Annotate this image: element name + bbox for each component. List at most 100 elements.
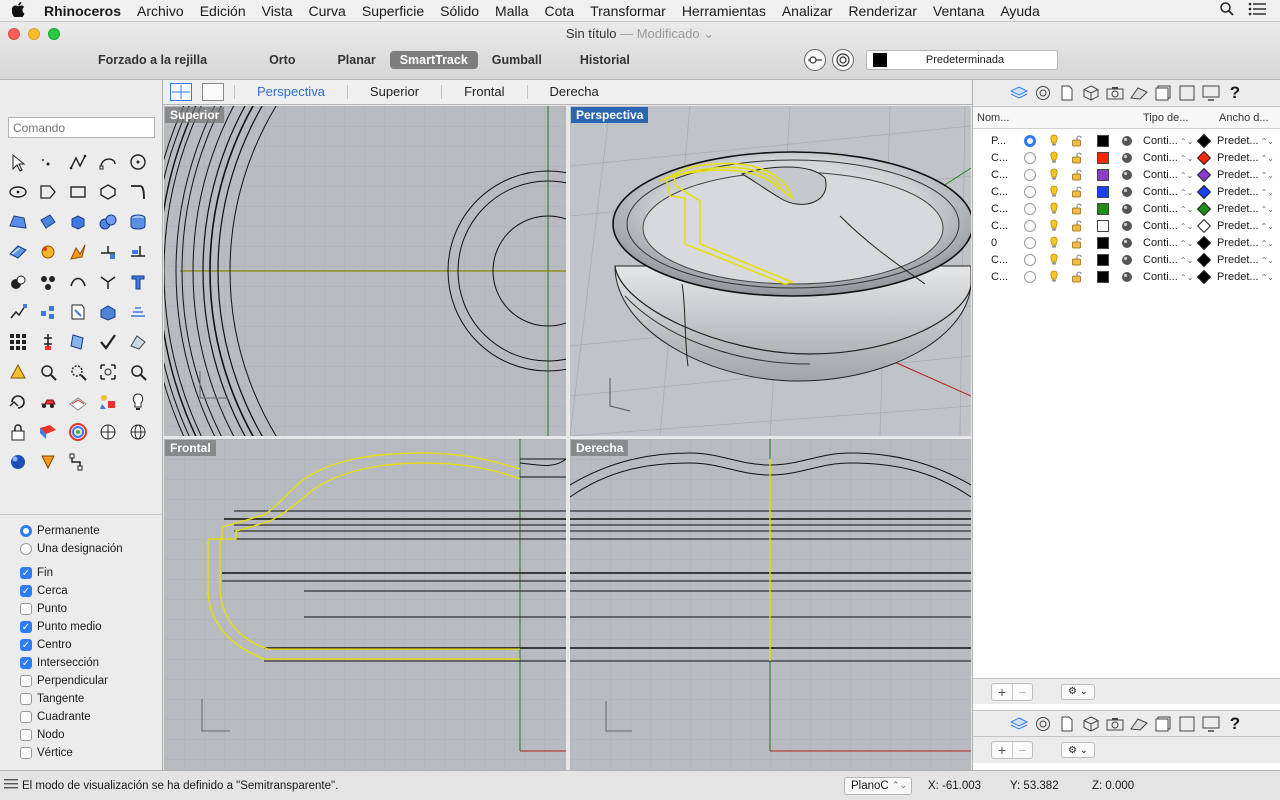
visibility-bulb-icon[interactable]: [1043, 202, 1065, 215]
panel-icon[interactable]: [1177, 83, 1197, 103]
layer-row[interactable]: C... Conti... ⌃⌄ Predet... ⌃⌄: [973, 217, 1280, 234]
menu-analizar[interactable]: Analizar: [774, 0, 841, 22]
current-radio[interactable]: [1024, 236, 1036, 249]
layer-color-swatch[interactable]: [1089, 168, 1117, 181]
lock-icon[interactable]: [1065, 152, 1089, 164]
check-icon[interactable]: ✓: [20, 585, 32, 597]
current-radio[interactable]: [1024, 270, 1036, 283]
material-sphere-icon[interactable]: [1117, 220, 1137, 232]
lock-icon[interactable]: [1065, 203, 1089, 215]
toolbar-tool-icon[interactable]: [34, 268, 62, 296]
add-layer-button[interactable]: +: [992, 684, 1012, 700]
print-width-cell[interactable]: Predet... ⌃⌄: [1215, 186, 1277, 198]
toolbar-tool-icon[interactable]: [124, 148, 152, 176]
print-color-diamond-icon[interactable]: [1193, 235, 1215, 250]
current-radio[interactable]: [1024, 219, 1036, 232]
toolbar-tool-icon[interactable]: [34, 448, 62, 476]
toolbar-tool-icon[interactable]: [124, 358, 152, 386]
toolbar-tool-icon[interactable]: [34, 388, 62, 416]
toolbar-tool-icon[interactable]: [4, 448, 32, 476]
tab-perspectiva[interactable]: Perspectiva: [234, 85, 347, 99]
toolbar-tool-icon[interactable]: [64, 328, 92, 356]
lock-icon[interactable]: [1065, 135, 1089, 147]
tab-superior[interactable]: Superior: [346, 85, 441, 99]
print-width-cell[interactable]: Predet... ⌃⌄: [1215, 237, 1277, 249]
camera-icon[interactable]: [1105, 714, 1125, 734]
snap-point[interactable]: Punto: [20, 600, 160, 618]
toolbar-tool-icon[interactable]: [94, 388, 122, 416]
remove-button[interactable]: −: [1012, 742, 1032, 758]
visibility-bulb-icon[interactable]: [1043, 134, 1065, 147]
visibility-bulb-icon[interactable]: [1043, 270, 1065, 283]
toolbar-tool-icon[interactable]: [64, 448, 92, 476]
lock-icon[interactable]: [1065, 237, 1089, 249]
layer-name[interactable]: 0: [973, 237, 1017, 249]
toolbar-tool-icon[interactable]: [64, 238, 92, 266]
tab-derecha[interactable]: Derecha: [526, 85, 621, 99]
layer-color-swatch[interactable]: [1089, 270, 1117, 283]
menu-malla[interactable]: Malla: [487, 0, 536, 22]
layer-name[interactable]: C...: [973, 220, 1017, 232]
menu-solido[interactable]: Sólido: [432, 0, 487, 22]
current-radio[interactable]: [1024, 134, 1036, 147]
lock-icon[interactable]: [1065, 271, 1089, 283]
linetype-cell[interactable]: Conti... ⌃⌄: [1137, 152, 1193, 164]
snap-end[interactable]: ✓ Fin: [20, 564, 160, 582]
snap-mode-permanent[interactable]: Permanente: [20, 522, 160, 540]
viewport-perspectiva[interactable]: Perspectiva: [570, 106, 971, 436]
toolbar-tool-icon[interactable]: [124, 328, 152, 356]
column-name[interactable]: Nom...: [973, 112, 1017, 124]
radio-permanent[interactable]: [20, 525, 32, 537]
options-gear-icon[interactable]: ⚙ ⌄: [1061, 742, 1095, 758]
toolbar-tool-icon[interactable]: [94, 178, 122, 206]
checkbox[interactable]: [20, 603, 32, 615]
toolbar-tool-icon[interactable]: [94, 208, 122, 236]
layer-name[interactable]: P...: [973, 135, 1017, 147]
toolbar-tool-icon[interactable]: [34, 298, 62, 326]
snap-near[interactable]: ✓ Cerca: [20, 582, 160, 600]
layer-row[interactable]: C... Conti... ⌃⌄ Predet... ⌃⌄: [973, 268, 1280, 285]
layer-row[interactable]: 0 Conti... ⌃⌄ Predet... ⌃⌄: [973, 234, 1280, 251]
visibility-bulb-icon[interactable]: [1043, 236, 1065, 249]
command-input[interactable]: [8, 117, 155, 138]
toolbar-tool-icon[interactable]: [4, 148, 32, 176]
layer-color-swatch[interactable]: [1089, 236, 1117, 249]
menu-edicion[interactable]: Edición: [192, 0, 254, 22]
modified-indicator[interactable]: — Modificado ⌄: [620, 26, 714, 41]
linetype-cell[interactable]: Conti... ⌃⌄: [1137, 271, 1193, 283]
toolbar-tool-icon[interactable]: [124, 418, 152, 446]
cube-icon[interactable]: [1081, 714, 1101, 734]
layer-name[interactable]: C...: [973, 152, 1017, 164]
gumball-toggle[interactable]: Gumball: [482, 51, 552, 69]
print-width-cell[interactable]: Predet... ⌃⌄: [1215, 271, 1277, 283]
print-width-cell[interactable]: Predet... ⌃⌄: [1215, 220, 1277, 232]
material-sphere-icon[interactable]: [1117, 203, 1137, 215]
menu-curva[interactable]: Curva: [301, 0, 354, 22]
column-linetype[interactable]: Tipo de...: [1137, 112, 1193, 124]
toolbar-tool-icon[interactable]: [4, 418, 32, 446]
snap-center[interactable]: ✓ Centro: [20, 636, 160, 654]
checkbox[interactable]: [20, 711, 32, 723]
layer-name[interactable]: C...: [973, 254, 1017, 266]
history-toggle[interactable]: Historial: [570, 51, 640, 69]
toolbar-tool-icon[interactable]: [94, 358, 122, 386]
visibility-bulb-icon[interactable]: [1043, 151, 1065, 164]
layer-name[interactable]: C...: [973, 203, 1017, 215]
toolbar-tool-icon[interactable]: [34, 148, 62, 176]
toolbar-tool-icon[interactable]: [94, 328, 122, 356]
document-icon[interactable]: [1057, 714, 1077, 734]
cube-icon[interactable]: [1081, 83, 1101, 103]
current-radio[interactable]: [1024, 202, 1036, 215]
checkbox[interactable]: [20, 729, 32, 741]
check-icon[interactable]: ✓: [20, 621, 32, 633]
linetype-cell[interactable]: Conti... ⌃⌄: [1137, 186, 1193, 198]
current-layer-indicator[interactable]: [1017, 168, 1043, 181]
toolbar-tool-icon[interactable]: [94, 238, 122, 266]
layer-row[interactable]: P... Conti... ⌃⌄ Predet... ⌃⌄: [973, 132, 1280, 149]
visibility-bulb-icon[interactable]: [1043, 219, 1065, 232]
display-icon[interactable]: [1153, 714, 1173, 734]
command-history-icon[interactable]: [4, 778, 18, 793]
viewport-superior[interactable]: Superior: [164, 106, 566, 436]
print-color-diamond-icon[interactable]: [1193, 252, 1215, 267]
toolbar-tool-icon[interactable]: [124, 238, 152, 266]
